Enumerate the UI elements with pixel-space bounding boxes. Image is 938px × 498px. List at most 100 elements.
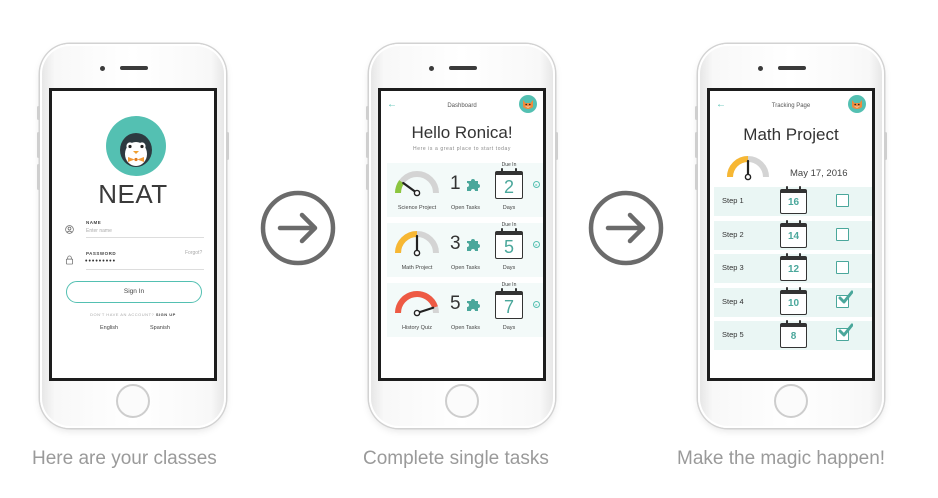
step-day: 14: [787, 230, 800, 242]
step-label: Step 2: [722, 229, 744, 239]
class-card[interactable]: Math Project 3 Open Tasks Due In 5 Days …: [387, 222, 543, 277]
chevron-right-icon[interactable]: ▸: [533, 241, 540, 248]
calendar-icon: 14: [780, 219, 807, 248]
class-card[interactable]: History Quiz 5 Open Tasks Due In 7 Days …: [387, 282, 543, 337]
dashboard-screen: ← Dashboard Hello Ronica! Here is a grea…: [378, 88, 546, 381]
step-row[interactable]: Step 2 14: [714, 219, 872, 250]
step-label: Step 3: [722, 263, 744, 272]
step-checkbox[interactable]: [836, 194, 849, 207]
chevron-right-icon[interactable]: ▸: [533, 181, 540, 188]
front-camera: [429, 66, 434, 71]
days-label: Days: [502, 325, 516, 331]
step-label: Step 5: [722, 330, 744, 339]
days-label: Days: [502, 205, 516, 211]
signup-row: DON'T HAVE AN ACCOUNT? SIGN UP: [52, 312, 214, 317]
name-label: NAME: [86, 220, 102, 225]
checkmark-icon: [838, 290, 853, 303]
caption-tasks: Complete single tasks: [363, 448, 549, 469]
front-camera: [758, 66, 763, 71]
puzzle-icon: [465, 297, 481, 318]
fox-avatar-icon[interactable]: [848, 95, 866, 113]
calendar-icon: 7: [495, 288, 523, 319]
home-button[interactable]: [116, 384, 150, 418]
earpiece-speaker: [449, 66, 477, 70]
class-name: Math Project: [401, 265, 433, 271]
sign-up-link[interactable]: SIGN UP: [156, 312, 176, 317]
open-task-count: 3: [450, 233, 461, 254]
step-row[interactable]: Step 4 10: [714, 286, 872, 317]
no-account-text: DON'T HAVE AN ACCOUNT?: [90, 312, 155, 317]
fox-avatar-icon[interactable]: [519, 95, 537, 113]
greeting-subtitle: Here is a great place to start today: [412, 146, 512, 152]
due-days: 5: [503, 237, 514, 257]
step-checkbox[interactable]: [836, 323, 853, 341]
gauge-fill: [395, 180, 405, 194]
due-days: 2: [503, 177, 514, 197]
greeting-heading: Hello Ronica!: [411, 123, 513, 142]
due-in-label: Due In: [501, 222, 517, 228]
calendar-icon: 2: [495, 168, 523, 199]
front-camera: [100, 66, 105, 71]
gauge-hub: [413, 249, 421, 257]
tracking-screen: ← Tracking Page Math Project May 17, 201…: [707, 88, 875, 381]
password-label: PASSWORD: [86, 251, 117, 256]
chevron-right-icon[interactable]: ▸: [533, 301, 540, 308]
earpiece-speaker: [778, 66, 806, 70]
step-row[interactable]: Step 5 8: [714, 320, 872, 350]
forgot-password-link[interactable]: Forgot?: [185, 250, 202, 256]
open-task-count: 5: [450, 293, 461, 314]
caption-magic: Make the magic happen!: [677, 448, 886, 469]
step-label: Step 4: [722, 296, 744, 306]
next-arrow-icon: [260, 190, 336, 266]
step-day: 10: [787, 297, 800, 309]
language-spanish[interactable]: Spanish: [150, 325, 170, 331]
calendar-icon: 8: [780, 320, 807, 348]
phone-dashboard: ← Dashboard Hello Ronica! Here is a grea…: [366, 44, 558, 428]
project-date: May 17, 2016: [790, 168, 848, 179]
due-days: 7: [503, 297, 514, 317]
home-button[interactable]: [774, 384, 808, 418]
class-card[interactable]: Science Project 1 Open Tasks Due In 2 Da…: [387, 162, 543, 217]
earpiece-speaker: [120, 66, 148, 70]
caption-classes: Here are your classes: [32, 448, 217, 469]
gauge-hub: [744, 173, 752, 181]
puzzle-icon: [465, 237, 481, 258]
phone-login: NEAT NAME Enter name PASSWORD ••••••••• …: [37, 44, 229, 428]
project-heading: Math Project: [743, 125, 839, 144]
calendar-icon: 12: [780, 253, 807, 281]
lock-icon: [65, 252, 74, 270]
calendar-icon: 10: [780, 286, 807, 315]
open-task-count: 1: [450, 173, 461, 194]
gauge-hub: [413, 309, 421, 317]
home-button[interactable]: [445, 384, 479, 418]
open-tasks-label: Open Tasks: [451, 325, 480, 331]
step-row[interactable]: Step 1 16: [714, 186, 872, 216]
sign-in-button[interactable]: Sign In: [66, 281, 202, 303]
password-underline: [86, 269, 204, 270]
class-gauge-icon: [395, 171, 439, 197]
login-screen: NEAT NAME Enter name PASSWORD ••••••••• …: [49, 88, 217, 381]
due-in-label: Due In: [501, 282, 517, 288]
checkmark-icon: [838, 323, 853, 337]
penguin-avatar-icon: [106, 116, 166, 176]
password-input[interactable]: •••••••••: [85, 258, 116, 265]
step-day: 8: [790, 331, 797, 342]
class-name: Science Project: [397, 205, 437, 211]
name-input[interactable]: Enter name: [86, 228, 112, 234]
step-checkbox[interactable]: [836, 290, 853, 308]
puzzle-icon: [465, 177, 481, 198]
language-english[interactable]: English: [100, 325, 118, 331]
step-label: Step 1: [722, 196, 744, 205]
calendar-icon: 16: [780, 186, 807, 214]
user-icon: [65, 221, 74, 239]
progress-gauge-icon: [727, 156, 769, 181]
gauge-fill: [395, 231, 418, 254]
calendar-icon: 5: [495, 228, 523, 259]
step-row[interactable]: Step 3 12: [714, 253, 872, 283]
step-checkbox[interactable]: [836, 261, 849, 274]
step-day: 16: [787, 197, 800, 208]
step-checkbox[interactable]: [836, 227, 849, 241]
class-gauge-icon: [395, 291, 439, 317]
step-day: 12: [787, 264, 800, 275]
gauge-hub: [413, 189, 421, 197]
